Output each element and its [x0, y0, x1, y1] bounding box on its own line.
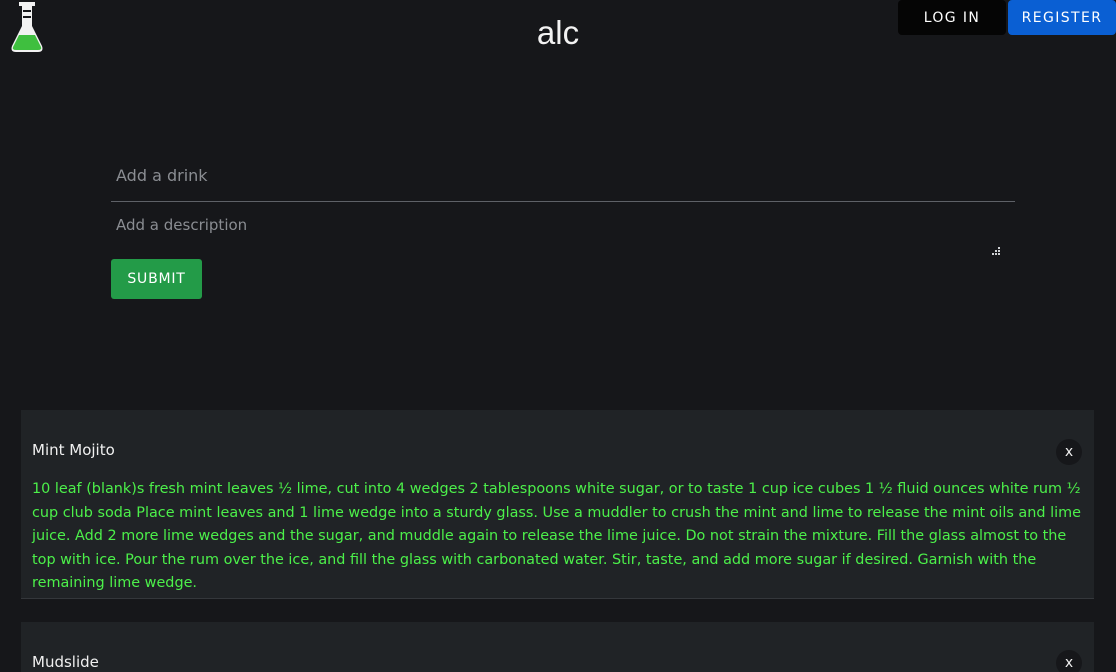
drink-description: 10 leaf (blank)s fresh mint leaves ½ lim…	[32, 481, 1081, 591]
delete-button[interactable]: x	[1056, 650, 1082, 672]
resize-handle-icon[interactable]	[991, 246, 1001, 256]
register-button[interactable]: REGISTER	[1008, 0, 1116, 35]
add-drink-form: SUBMIT	[111, 150, 1015, 299]
description-wrapper	[111, 202, 1015, 258]
drink-name: Mint Mojito	[32, 441, 115, 459]
auth-buttons: LOG IN REGISTER	[898, 0, 1116, 35]
drink-card: Mudslide x	[21, 622, 1094, 672]
drink-card: Mint Mojito x 10 leaf (blank)s fresh min…	[21, 410, 1094, 599]
drink-name-input[interactable]	[111, 150, 1015, 202]
submit-button[interactable]: SUBMIT	[111, 259, 202, 299]
delete-button[interactable]: x	[1056, 439, 1082, 465]
description-input[interactable]	[111, 202, 1001, 254]
page: alc LOG IN REGISTER SUBMIT Mint Mojito x…	[0, 0, 1116, 672]
drink-name: Mudslide	[32, 653, 99, 671]
login-button[interactable]: LOG IN	[898, 0, 1006, 35]
